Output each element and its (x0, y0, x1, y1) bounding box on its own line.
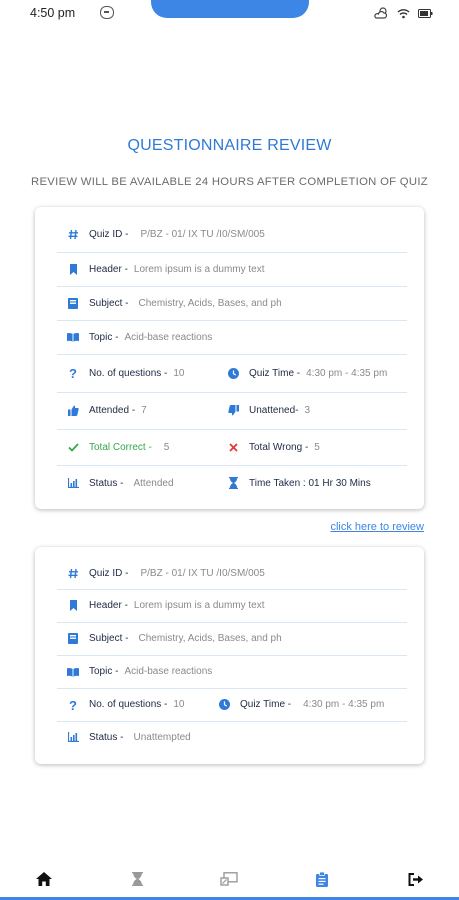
subject-label: Subject - (89, 297, 129, 309)
bookmark-icon (67, 263, 79, 275)
status-row: Status - Unattempted (57, 721, 407, 753)
status-bar: 4:50 pm (0, 0, 459, 28)
screen-share-icon[interactable] (220, 870, 238, 888)
header-label: Header - (89, 600, 128, 611)
wifi-icon (397, 8, 410, 19)
correct-wrong-row: Total Correct - 5 Total Wrong - 5 (57, 429, 407, 466)
page-subtitle: REVIEW WILL BE AVAILABLE 24 HOURS AFTER … (31, 176, 428, 188)
status-label: Status - (89, 477, 124, 489)
questions-time-row: ? No. of questions - 10 Quiz Time - 4:30… (57, 688, 407, 722)
question-icon: ? (67, 699, 79, 711)
svg-text:?: ? (69, 699, 77, 711)
num-questions-label: No. of questions - (89, 699, 168, 710)
subject-value: Chemistry, Acids, Bases, and ph (138, 297, 282, 309)
header-row: Header - Lorem ipsum is a dummy text (57, 252, 407, 287)
open-book-icon (67, 666, 79, 678)
quiz-card-unattempted: Quiz ID - P/BZ - 01/ IX TU /I0/SM/005 He… (35, 547, 424, 764)
total-correct-value: 5 (163, 441, 170, 453)
weather-icon (373, 6, 389, 20)
total-correct-label: Total Correct - (89, 441, 152, 453)
hash-icon (67, 229, 79, 241)
topic-row: Topic - Acid-base reactions (57, 320, 407, 355)
logout-icon[interactable] (407, 870, 425, 888)
num-questions-label: No. of questions - (89, 367, 168, 379)
total-wrong-label: Total Wrong - (249, 441, 309, 453)
clock-icon (227, 367, 239, 379)
subject-row: Subject - Chemistry, Acids, Bases, and p… (57, 622, 407, 656)
status-icons (373, 6, 433, 20)
quiz-id-value: P/BZ - 01/ IX TU /I0/SM/005 (140, 229, 265, 240)
bookmark-icon (67, 600, 79, 612)
status-time: 4:50 pm (30, 6, 76, 20)
status-label: Status - (89, 731, 124, 743)
header-label: Header - (89, 263, 128, 275)
unattended-label: Unattened- (249, 405, 299, 416)
total-wrong-value: 5 (314, 441, 320, 453)
status-row: Status - Attended Time Taken : 01 Hr 30 … (57, 465, 407, 501)
thumbs-up-icon (67, 405, 79, 417)
bar-chart-icon (67, 477, 79, 489)
status-value: Unattempted (133, 731, 191, 743)
attended-value: 7 (141, 405, 147, 416)
battery-icon (418, 8, 433, 18)
thumbs-down-icon (227, 405, 239, 417)
chat-icon (100, 6, 114, 19)
quiz-card-attended: Quiz ID - P/BZ - 01/ IX TU /I0/SM/005 He… (35, 207, 424, 509)
attended-row: Attended - 7 Unattened- 3 (57, 392, 407, 430)
hash-icon (67, 567, 79, 579)
hourglass-icon (227, 477, 239, 489)
home-icon[interactable] (35, 870, 53, 888)
header-value: Lorem ipsum is a dummy text (133, 600, 265, 611)
topic-label: Topic - (89, 331, 119, 343)
cross-icon (227, 441, 239, 453)
num-questions-value: 10 (173, 699, 185, 710)
book-icon (67, 297, 79, 309)
topic-value: Acid-base reactions (124, 666, 213, 677)
quiz-id-row: Quiz ID - P/BZ - 01/ IX TU /I0/SM/005 (57, 557, 407, 590)
subject-value: Chemistry, Acids, Bases, and ph (138, 633, 282, 644)
quiz-id-label: Quiz ID - (89, 229, 129, 240)
quiz-id-label: Quiz ID - (89, 567, 129, 579)
quiz-time-value: 4:30 pm - 4:35 pm (303, 699, 385, 710)
book-icon (67, 633, 79, 645)
unattended-value: 3 (304, 405, 311, 416)
subject-label: Subject - (89, 633, 129, 644)
topic-row: Topic - Acid-base reactions (57, 655, 407, 689)
svg-text:?: ? (69, 367, 77, 379)
status-value: Attended (133, 477, 174, 489)
quiz-time-label: Quiz Time - (240, 699, 292, 710)
bar-chart-icon (67, 731, 79, 743)
quiz-time-value: 4:30 pm - 4:35 pm (306, 367, 388, 379)
quiz-time-label: Quiz Time - (249, 367, 301, 379)
quiz-id-row: Quiz ID - P/BZ - 01/ IX TU /I0/SM/005 (57, 217, 407, 253)
num-questions-value: 10 (173, 367, 185, 379)
time-taken-label: Time Taken : 01 Hr 30 Mins (249, 477, 371, 489)
clock-icon (218, 699, 230, 711)
questions-time-row: ? No. of questions - 10 Quiz Time - 4:30… (57, 354, 407, 393)
topic-label: Topic - (89, 666, 119, 677)
quiz-id-value: P/BZ - 01/ IX TU /I0/SM/005 (140, 567, 265, 579)
header-row: Header - Lorem ipsum is a dummy text (57, 589, 407, 623)
page-title: QUESTIONNAIRE REVIEW (127, 137, 332, 154)
hourglass-icon[interactable] (128, 870, 146, 888)
clipboard-icon[interactable] (313, 870, 331, 888)
subject-row: Subject - Chemistry, Acids, Bases, and p… (57, 286, 407, 321)
header-value: Lorem ipsum is a dummy text (133, 263, 265, 275)
open-book-icon (67, 331, 79, 343)
question-icon: ? (67, 367, 79, 379)
topic-value: Acid-base reactions (124, 331, 213, 343)
check-icon (67, 441, 79, 453)
review-link[interactable]: click here to review (330, 521, 424, 533)
attended-label: Attended - (89, 405, 136, 416)
bottom-nav (0, 860, 459, 900)
camera-notch (151, 0, 309, 18)
